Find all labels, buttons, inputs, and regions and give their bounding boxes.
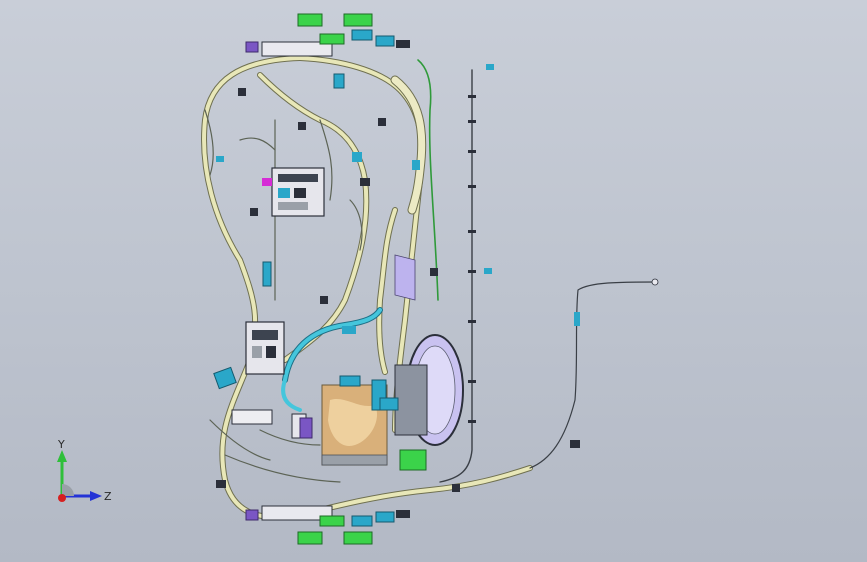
round-unit-lavender[interactable]: [394, 334, 464, 446]
z-axis-label: Z: [104, 490, 112, 503]
z-axis-arrow: [90, 491, 102, 501]
fuse-block-upper[interactable]: [262, 167, 325, 217]
cad-viewport[interactable]: Y Z: [0, 0, 867, 562]
harness-trunks: [201, 55, 656, 521]
lavender-sheet: [394, 254, 416, 301]
relay-block-lower[interactable]: [213, 321, 285, 390]
wiring-harness-model[interactable]: [0, 0, 867, 562]
triad-origin: [58, 494, 66, 502]
triad-origin-wedge: [62, 484, 74, 496]
y-axis-label: Y: [57, 438, 65, 451]
coordinate-triad: Y Z: [57, 438, 112, 503]
y-axis-arrow: [57, 450, 67, 462]
inline-connector-left[interactable]: [231, 409, 313, 439]
bottom-connector-cluster[interactable]: [245, 505, 410, 545]
